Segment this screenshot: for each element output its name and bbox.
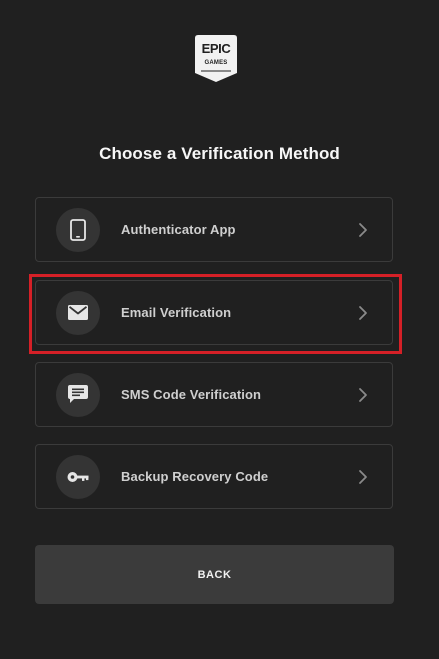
method-authenticator-app[interactable]: Authenticator App [35, 197, 393, 262]
back-button[interactable]: BACK [35, 545, 394, 604]
page-title: Choose a Verification Method [99, 144, 340, 163]
chevron-right-icon [356, 304, 370, 322]
method-sms-code-verification[interactable]: SMS Code Verification [35, 362, 393, 427]
method-email-verification[interactable]: Email Verification [35, 280, 393, 345]
epic-games-logo: EPIC GAMES [195, 35, 237, 83]
logo-text-games: GAMES [204, 60, 228, 66]
icon-circle [56, 454, 100, 499]
chat-bubble-icon [68, 385, 88, 403]
method-label: Authenticator App [121, 222, 236, 237]
logo-text-epic: EPIC [201, 41, 231, 56]
method-backup-recovery-code[interactable]: Backup Recovery Code [35, 444, 393, 509]
icon-circle [56, 372, 100, 417]
phone-icon [70, 218, 86, 241]
icon-circle [56, 290, 100, 335]
verification-page: EPIC GAMES Choose a Verification Method … [0, 0, 439, 659]
method-label: SMS Code Verification [121, 387, 262, 402]
envelope-icon [68, 305, 88, 320]
chevron-right-icon [356, 468, 370, 486]
chevron-right-icon [356, 386, 370, 404]
chevron-right-icon [356, 221, 370, 239]
icon-circle [56, 207, 100, 252]
method-label: Email Verification [121, 305, 232, 320]
key-icon [67, 471, 89, 482]
method-label: Backup Recovery Code [121, 469, 269, 484]
